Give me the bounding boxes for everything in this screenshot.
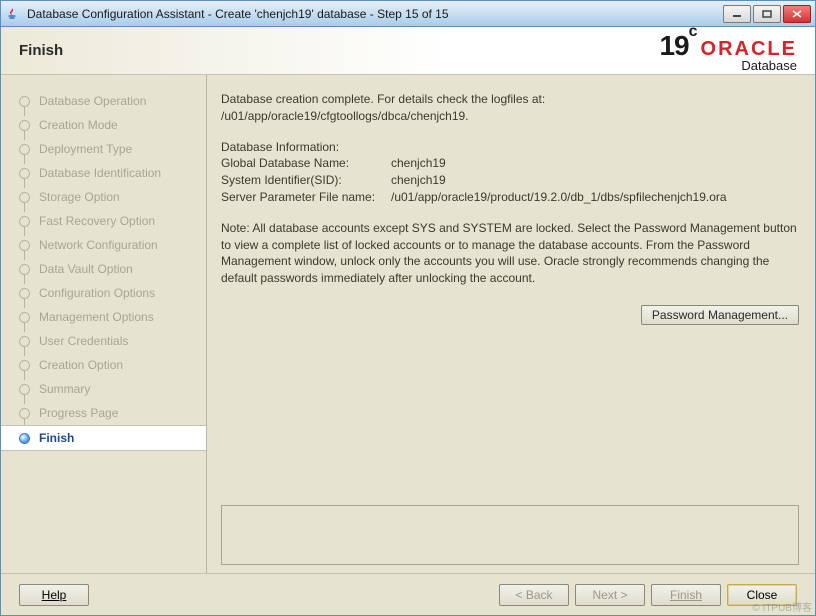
info-value: /u01/app/oracle19/product/19.2.0/db_1/db… — [391, 189, 727, 206]
minimize-button[interactable] — [723, 5, 751, 23]
watermark: © ITPUB博客 — [752, 599, 812, 614]
step-progress-page: Progress Page — [19, 401, 206, 425]
step-storage-option: Storage Option — [19, 185, 206, 209]
step-data-vault-option: Data Vault Option — [19, 257, 206, 281]
brand-oracle-text: ORACLE — [701, 39, 797, 59]
footer-bar: Help < Back Next > Finish Close — [1, 573, 815, 615]
brand-database-text: Database — [741, 59, 797, 72]
wizard-window: Database Configuration Assistant - Creat… — [0, 0, 816, 616]
steps-sidebar: Database OperationCreation ModeDeploymen… — [1, 75, 207, 573]
close-window-button[interactable] — [783, 5, 811, 23]
completion-message: Database creation complete. For details … — [221, 91, 799, 125]
step-fast-recovery-option: Fast Recovery Option — [19, 209, 206, 233]
db-information: Database Information: Global Database Na… — [221, 139, 799, 206]
step-summary: Summary — [19, 377, 206, 401]
password-management-button[interactable]: Password Management... — [641, 305, 799, 325]
java-app-icon — [5, 6, 21, 22]
content-panel: Database creation complete. For details … — [207, 75, 815, 573]
maximize-button[interactable] — [753, 5, 781, 23]
info-value: chenjch19 — [391, 155, 446, 172]
info-row: System Identifier(SID):chenjch19 — [221, 172, 799, 189]
brand-version: 19c — [659, 30, 696, 62]
summary-textarea[interactable] — [221, 505, 799, 565]
step-user-credentials: User Credentials — [19, 329, 206, 353]
finish-button: Finish — [651, 584, 721, 606]
header-panel: Finish 19c ORACLE Database — [1, 27, 815, 75]
step-creation-option: Creation Option — [19, 353, 206, 377]
step-management-options: Management Options — [19, 305, 206, 329]
info-key: Server Parameter File name: — [221, 189, 391, 206]
info-row: Global Database Name:chenjch19 — [221, 155, 799, 172]
back-button: < Back — [499, 584, 569, 606]
step-finish: Finish — [1, 425, 206, 451]
log-path: /u01/app/oracle19/cfgtoollogs/dbca/chenj… — [221, 108, 799, 125]
page-title: Finish — [19, 42, 63, 59]
step-network-configuration: Network Configuration — [19, 233, 206, 257]
step-deployment-type: Deployment Type — [19, 137, 206, 161]
next-button: Next > — [575, 584, 645, 606]
info-row: Server Parameter File name:/u01/app/orac… — [221, 189, 799, 206]
info-value: chenjch19 — [391, 172, 446, 189]
oracle-brand: 19c ORACLE Database — [659, 30, 797, 72]
note-text: Note: All database accounts except SYS a… — [221, 220, 799, 287]
complete-line: Database creation complete. For details … — [221, 91, 799, 108]
step-database-identification: Database Identification — [19, 161, 206, 185]
body-area: Database OperationCreation ModeDeploymen… — [1, 75, 815, 573]
step-creation-mode: Creation Mode — [19, 113, 206, 137]
info-heading: Database Information: — [221, 139, 799, 156]
step-configuration-options: Configuration Options — [19, 281, 206, 305]
step-database-operation: Database Operation — [19, 89, 206, 113]
info-key: Global Database Name: — [221, 155, 391, 172]
window-controls — [723, 5, 811, 23]
window-title: Database Configuration Assistant - Creat… — [27, 7, 723, 21]
help-button[interactable]: Help — [19, 584, 89, 606]
info-key: System Identifier(SID): — [221, 172, 391, 189]
